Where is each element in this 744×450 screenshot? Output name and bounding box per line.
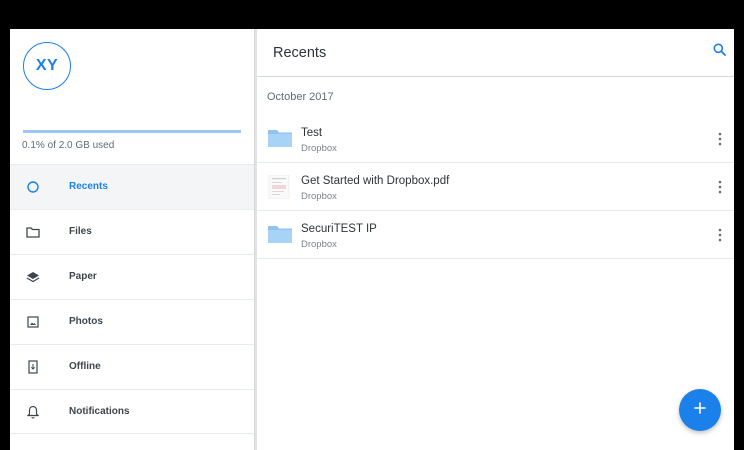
page-title: Recents [273,45,327,61]
sidebar-item-recents[interactable]: Recents [10,164,254,209]
avatar-initials: XY [35,57,59,74]
recent-files-list: Test Dropbox Get Started with Dropbox.pd… [257,115,734,259]
list-item[interactable]: SecuriTEST IP Dropbox [257,211,734,259]
sidebar: XY 0.1% of 2.0 GB used Recents Files Pap… [10,29,255,450]
bell-icon [25,404,41,420]
device-frame: XY 0.1% of 2.0 GB used Recents Files Pap… [0,0,744,450]
more-options-icon[interactable] [714,131,726,147]
main-panel: Recents October 2017 Test Dropbox Get St… [255,29,734,450]
file-name: Get Started with Dropbox.pdf [301,175,450,187]
sidebar-item-label: Files [69,226,92,237]
file-name: Test [301,127,323,139]
folder-icon [268,223,292,245]
file-location: Dropbox [301,191,337,202]
file-name: SecuriTEST IP [301,223,377,235]
sidebar-item-label: Notifications [69,406,130,417]
sidebar-item-paper[interactable]: Paper [10,254,254,299]
plus-icon [694,401,706,419]
search-icon [713,43,726,61]
sidebar-item-photos[interactable]: Photos [10,299,254,344]
section-header: October 2017 [267,91,334,103]
list-item[interactable]: Test Dropbox [257,115,734,163]
pdf-thumbnail-icon [268,174,290,200]
search-button[interactable] [710,43,728,61]
storage-usage-fill [23,130,241,133]
sidebar-item-offline[interactable]: Offline [10,344,254,389]
more-options-icon[interactable] [714,179,726,195]
sidebar-item-notifications[interactable]: Notifications [10,389,254,434]
folder-icon [268,127,292,149]
storage-usage-bar [23,130,241,133]
file-location: Dropbox [301,239,337,250]
clock-icon [25,179,41,195]
avatar[interactable]: XY [23,42,71,90]
sidebar-item-label: Photos [69,316,103,327]
photo-icon [25,314,41,330]
header: Recents [257,29,734,77]
folder-icon [25,224,41,240]
sidebar-nav: Recents Files Paper Photos Offline Notif… [10,164,254,434]
sidebar-item-label: Recents [69,181,108,192]
add-button[interactable] [679,389,721,431]
sidebar-item-label: Offline [69,361,101,372]
storage-usage-text: 0.1% of 2.0 GB used [22,140,115,151]
paper-icon [25,269,41,285]
sidebar-item-label: Paper [69,271,97,282]
file-location: Dropbox [301,143,337,154]
offline-icon [25,359,41,375]
list-item[interactable]: Get Started with Dropbox.pdf Dropbox [257,163,734,211]
dropbox-app: XY 0.1% of 2.0 GB used Recents Files Pap… [10,29,734,450]
more-options-icon[interactable] [714,227,726,243]
sidebar-item-files[interactable]: Files [10,209,254,254]
